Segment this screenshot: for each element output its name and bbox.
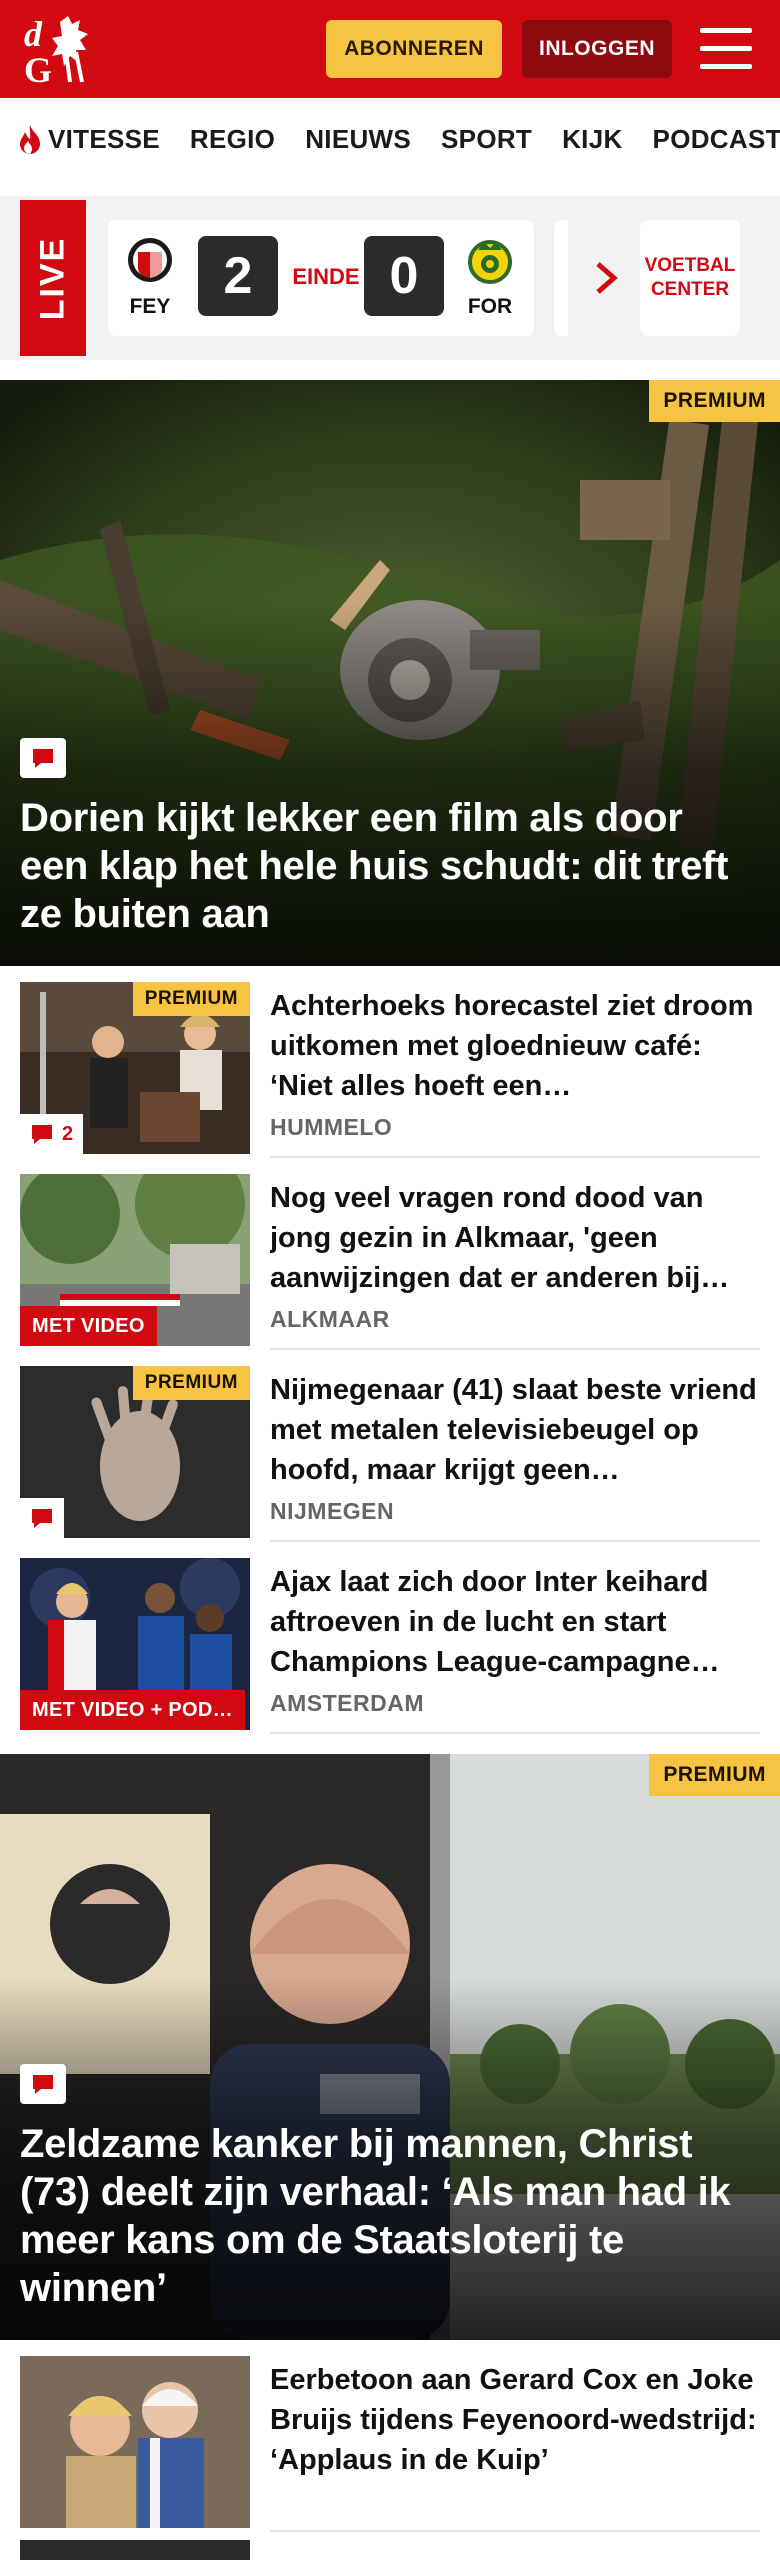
article-location: HUMMELO — [270, 1114, 393, 1140]
nav-item-nieuws[interactable]: NIEUWS — [305, 124, 411, 155]
match-status: EINDE — [292, 264, 360, 289]
list-item[interactable]: MET VIDEO Nog veel vragen rond dood van … — [0, 1158, 780, 1350]
live-ticker: LIVE FEY 2 EINDE 0 FOR VOETBAL CENTER — [0, 196, 780, 360]
hero-article[interactable]: PREMIUM Dorien kijkt lekker een film als… — [0, 380, 780, 966]
article-title[interactable]: Eerbetoon aan Gerard Cox en Joke Bruijs … — [270, 2360, 760, 2480]
fortuna-crest-icon — [468, 240, 512, 284]
live-label: LIVE — [20, 200, 86, 356]
nav-item-vitesse[interactable]: VITESSE — [16, 123, 160, 155]
nav-item-podcast[interactable]: PODCAST — [653, 124, 780, 155]
list-item[interactable]: PREMIUM 2 Achterhoeks horecastel ziet dr… — [0, 966, 780, 1158]
article-thumbnail: PREMIUM 2 — [20, 982, 250, 1154]
list-item[interactable]: Eerbetoon aan Gerard Cox en Joke Bruijs … — [0, 2340, 780, 2532]
article-thumbnail — [20, 2540, 250, 2560]
away-team: FOR — [460, 236, 520, 319]
subscribe-button[interactable]: ABONNEREN — [326, 20, 502, 78]
comment-count: 2 — [20, 1114, 84, 1154]
away-score: 0 — [364, 236, 444, 316]
comment-icon — [20, 1498, 64, 1538]
chevron-right-icon[interactable] — [592, 258, 622, 298]
menu-icon[interactable] — [700, 26, 752, 72]
voetbal-center-link[interactable]: VOETBAL CENTER — [640, 220, 740, 336]
site-header: d G ABONNEREN INLOGGEN — [0, 0, 780, 98]
article-location: AMSTERDAM — [270, 1690, 424, 1716]
dg-logo[interactable]: d G — [20, 12, 120, 88]
video-podcast-badge: MET VIDEO + POD… — [20, 1690, 245, 1730]
video-badge: MET VIDEO — [20, 1306, 157, 1346]
nav-item-kijk[interactable]: KIJK — [562, 124, 622, 155]
article-location: NIJMEGEN — [270, 1498, 395, 1524]
article-thumbnail: MET VIDEO — [20, 1174, 250, 1346]
nav-item-label: VITESSE — [48, 123, 160, 154]
home-score: 2 — [198, 236, 278, 316]
article-thumbnail: MET VIDEO + POD… — [20, 1558, 250, 1730]
list-item[interactable]: MET VIDEO + POD… Ajax laat zich door Int… — [0, 1542, 780, 1734]
nav-item-regio[interactable]: REGIO — [190, 124, 275, 155]
home-team: FEY — [120, 236, 180, 319]
comment-icon — [32, 1125, 52, 1144]
article-thumbnail: PREMIUM — [20, 1366, 250, 1538]
premium-badge: PREMIUM — [649, 380, 780, 422]
list-item[interactable] — [0, 2540, 780, 2560]
divider — [270, 2530, 760, 2532]
list-item[interactable]: PREMIUM Nijmegenaar (41) slaat beste vri… — [0, 1350, 780, 1542]
feyenoord-crest-icon — [128, 238, 172, 282]
article-title[interactable]: Achterhoeks horecastel ziet droom uitkom… — [270, 986, 760, 1106]
article-title[interactable]: Nog veel vragen rond dood van jong gezin… — [270, 1178, 760, 1298]
hero-article[interactable]: PREMIUM Zeldzame kanker bij mannen, Chri… — [0, 1754, 780, 2340]
login-button[interactable]: INLOGGEN — [522, 20, 672, 78]
hero-title[interactable]: Dorien kijkt lekker een film als door ee… — [20, 794, 760, 938]
article-location: ALKMAAR — [270, 1306, 390, 1332]
comment-icon — [20, 738, 66, 778]
premium-badge: PREMIUM — [132, 982, 250, 1016]
next-match-card[interactable] — [554, 220, 568, 336]
hero-title[interactable]: Zeldzame kanker bij mannen, Christ (73) … — [20, 2120, 760, 2312]
divider — [270, 1732, 760, 1734]
premium-badge: PREMIUM — [132, 1366, 250, 1400]
svg-text:G: G — [24, 50, 52, 88]
svg-text:d: d — [24, 14, 43, 54]
nav-item-sport[interactable]: SPORT — [441, 124, 532, 155]
match-card[interactable]: FEY 2 EINDE 0 FOR — [108, 220, 534, 336]
article-title[interactable]: Nijmegenaar (41) slaat beste vriend met … — [270, 1370, 760, 1490]
comment-icon — [20, 2064, 66, 2104]
article-thumbnail — [20, 2356, 250, 2528]
article-title[interactable]: Ajax laat zich door Inter keihard aftroe… — [270, 1562, 760, 1682]
flame-icon — [20, 125, 40, 154]
premium-badge: PREMIUM — [649, 1754, 780, 1796]
main-nav: VITESSE REGIO NIEUWS SPORT KIJK PODCAST — [0, 98, 780, 180]
